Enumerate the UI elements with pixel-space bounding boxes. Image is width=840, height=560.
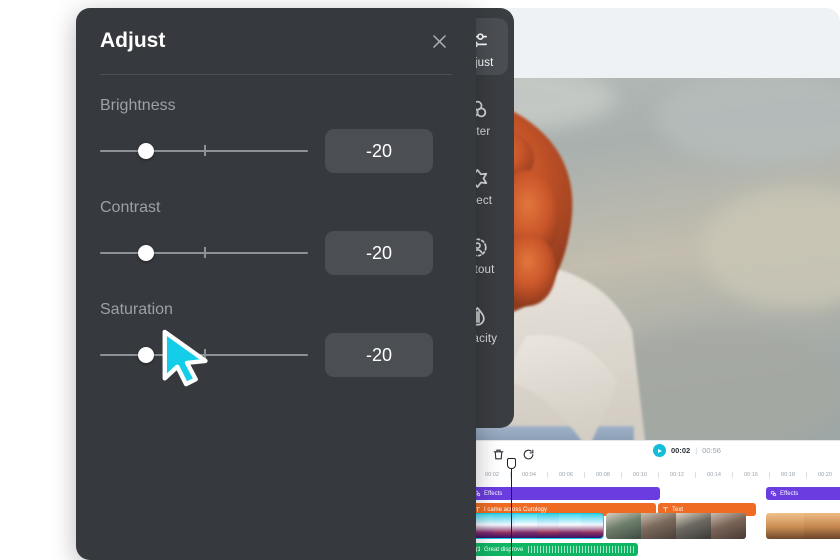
adjust-control-contrast: Contrast -20 — [100, 199, 452, 275]
audio-waveform — [528, 546, 634, 553]
total-time: 00:56 — [702, 446, 721, 455]
playhead-knob[interactable] — [507, 458, 516, 469]
timeline-ruler[interactable]: 00:0000:0200:0400:0600:0800:1000:1200:14… — [448, 467, 840, 483]
ruler-tick-label: 00:10 — [633, 472, 647, 478]
page-title: Adjust — [100, 29, 166, 52]
ruler-tick-label: 00:08 — [596, 472, 610, 478]
clip-audio[interactable]: Great disprove — [470, 543, 638, 556]
slider-center-tick — [204, 349, 206, 360]
brightness-slider[interactable] — [100, 141, 308, 161]
saturation-value[interactable]: -20 — [325, 333, 433, 377]
contrast-value[interactable]: -20 — [325, 231, 433, 275]
ruler-tick: 00:02 — [485, 472, 522, 478]
adjust-control-brightness: Brightness -20 — [100, 97, 452, 173]
panel-header: Adjust — [100, 8, 452, 74]
saturation-slider[interactable] — [100, 345, 308, 365]
adjust-panel: Adjust Brightness -20 Contrast -20 Saturatio… — [76, 8, 476, 560]
control-label: Brightness — [100, 97, 176, 114]
ruler-tick-label: 00:04 — [522, 472, 536, 478]
slider-knob[interactable] — [137, 347, 154, 363]
ruler-tick: 00:08 — [596, 472, 633, 478]
brightness-value[interactable]: -20 — [325, 129, 433, 173]
ruler-tick-label: 00:02 — [485, 472, 499, 478]
adjust-control-saturation: Saturation -20 — [100, 301, 452, 377]
ruler-tick: 00:06 — [559, 472, 596, 478]
ruler-tick: 00:04 — [522, 472, 559, 478]
adjust-controls: Brightness -20 Contrast -20 Saturation -20 — [100, 97, 452, 377]
contrast-slider[interactable] — [100, 243, 308, 263]
panel-divider — [100, 74, 452, 75]
ruler-tick-bar — [769, 472, 770, 478]
ruler-tick: 00:10 — [633, 472, 670, 478]
control-label: Contrast — [100, 199, 161, 216]
ruler-tick-label: 00:06 — [559, 472, 573, 478]
time-separator: | — [695, 446, 698, 455]
clip-effects-right[interactable]: Effects — [766, 487, 840, 500]
ruler-tick-bar — [621, 472, 622, 478]
close-icon[interactable] — [426, 28, 452, 54]
clip-label: Text — [672, 506, 684, 513]
ruler-tick-bar — [732, 472, 733, 478]
ruler-tick-label: 00:20 — [818, 472, 832, 478]
play-icon[interactable] — [653, 444, 666, 457]
ruler-tick-bar — [806, 472, 807, 478]
current-time: 00:02 — [671, 446, 691, 455]
control-row: -20 — [100, 129, 452, 173]
ruler-tick: 00:14 — [707, 472, 744, 478]
effects-track: Effects Effects — [448, 487, 840, 500]
ruler-tick-label: 00:18 — [781, 472, 795, 478]
clip-label: Effects — [780, 490, 799, 497]
video-track — [448, 513, 840, 539]
audio-track: Great disprove — [448, 543, 840, 556]
ruler-tick-label: 00:14 — [707, 472, 721, 478]
ruler-tick: 00:18 — [781, 472, 818, 478]
ruler-tick-label: 00:16 — [744, 472, 758, 478]
effects-icon — [770, 490, 777, 497]
ruler-tick: 00:16 — [744, 472, 781, 478]
clip-effects-left[interactable]: Effects — [470, 487, 660, 500]
ruler-tick: 00:20 — [818, 472, 840, 478]
clip-label: Great disprove — [484, 546, 524, 553]
clip-label: I came across Curology — [484, 506, 548, 513]
video-clip-selected[interactable] — [470, 513, 604, 539]
control-label: Saturation — [100, 301, 173, 318]
player-status: 00:02 | 00:56 — [653, 444, 721, 457]
control-row: -20 — [100, 231, 452, 275]
control-row: -20 — [100, 333, 452, 377]
video-clip-3[interactable] — [766, 513, 840, 539]
slider-knob[interactable] — [137, 143, 154, 159]
video-clip-2[interactable] — [606, 513, 746, 539]
slider-knob[interactable] — [137, 245, 154, 261]
slider-center-tick — [204, 247, 206, 258]
clip-label: Effects — [484, 490, 503, 497]
rotate-icon[interactable] — [518, 444, 538, 464]
ruler-tick-label: 00:12 — [670, 472, 684, 478]
ruler-tick-bar — [584, 472, 585, 478]
delete-icon[interactable] — [488, 444, 508, 464]
ruler-tick-bar — [695, 472, 696, 478]
playhead[interactable] — [507, 458, 516, 560]
ruler-tick: 00:12 — [670, 472, 707, 478]
ruler-tick-bar — [658, 472, 659, 478]
ruler-tick-bar — [547, 472, 548, 478]
timeline-panel: 00:02 | 00:56 00:0000:0200:0400:0600:080… — [448, 440, 840, 560]
slider-center-tick — [204, 145, 206, 156]
text-icon — [663, 507, 668, 512]
